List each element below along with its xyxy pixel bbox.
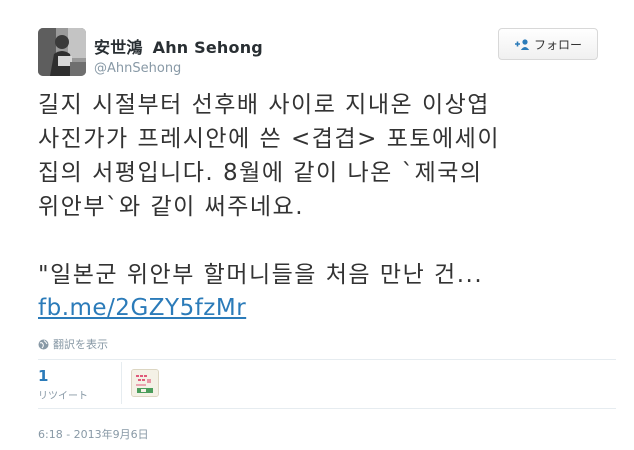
follow-button-label: フォロー: [533, 37, 582, 52]
tweet-timestamp[interactable]: 6:18 - 2013年9月6日: [38, 426, 149, 442]
divider-bottom: [38, 408, 616, 409]
retweeter-avatar[interactable]: [131, 369, 159, 397]
translate-link[interactable]: 翻訳を表示: [38, 336, 108, 352]
retweet-label: リツイート: [38, 391, 88, 402]
author-name-cjk: 安世鴻: [94, 38, 143, 57]
retweet-stats[interactable]: 1 リツイート: [38, 367, 88, 403]
stats-separator: [121, 362, 122, 404]
author-fullname[interactable]: 安世鴻 Ahn Sehong: [94, 34, 263, 58]
book-cover-avatar: [132, 370, 158, 396]
author-avatar[interactable]: [38, 28, 86, 76]
author-handle[interactable]: @AhnSehong: [94, 61, 263, 76]
retweet-count: 1: [38, 367, 49, 385]
add-user-icon: [514, 39, 530, 50]
tweet-link[interactable]: fb.me/2GZY5fzMr: [38, 295, 246, 321]
translate-label: 翻訳を表示: [53, 338, 108, 351]
tweet-header: 安世鴻 Ahn Sehong @AhnSehong フォロー: [38, 28, 634, 78]
author-photo-icon: [38, 28, 86, 76]
author-names: 安世鴻 Ahn Sehong @AhnSehong: [94, 34, 263, 76]
author-name-latin: Ahn Sehong: [152, 38, 263, 57]
tweet-text: 길지 시절부터 선후배 사이로 지내온 이상엽 사진가가 프레시안에 쓴 <겹겹…: [38, 92, 501, 288]
divider-top: [38, 359, 616, 360]
follow-button[interactable]: フォロー: [498, 28, 598, 60]
globe-icon: [38, 339, 49, 349]
